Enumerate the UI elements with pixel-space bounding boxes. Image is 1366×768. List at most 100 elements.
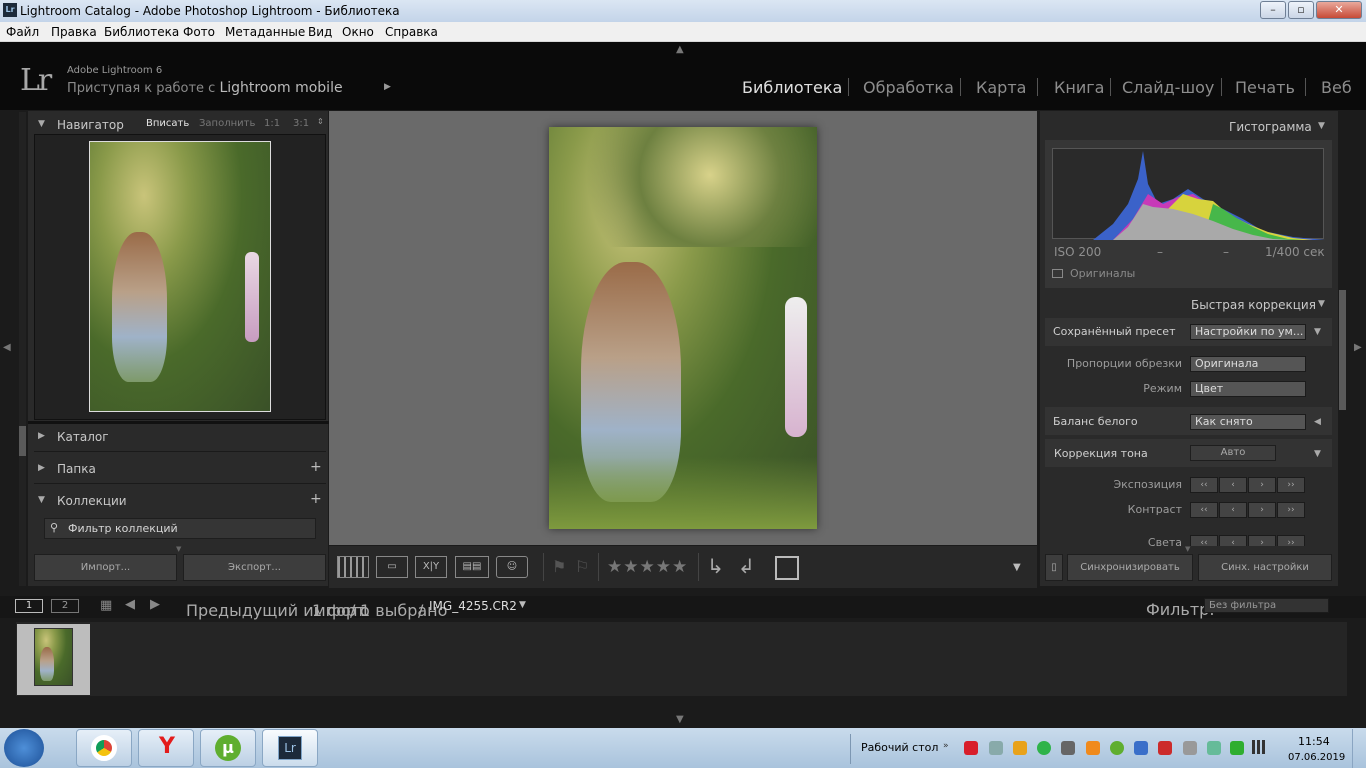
survey-view-icon[interactable]: ▤▤ <box>455 556 489 578</box>
menu-edit[interactable]: Правка <box>51 25 97 39</box>
second-screen-button[interactable]: 2 <box>51 599 79 613</box>
right-panel-scroll-thumb[interactable] <box>1339 290 1346 410</box>
menu-help[interactable]: Справка <box>385 25 438 39</box>
star-icon[interactable]: ★ <box>656 557 672 577</box>
resize-handle-icon[interactable]: ▼ <box>1185 545 1190 553</box>
tray-warning-icon[interactable] <box>1013 741 1027 755</box>
start-button[interactable] <box>4 729 44 767</box>
crop-ratio-dropdown[interactable]: Оригинала <box>1190 356 1306 372</box>
contrast-increase[interactable]: › <box>1248 502 1276 518</box>
module-print[interactable]: Печать <box>1235 78 1295 97</box>
people-view-icon[interactable]: ☺ <box>496 556 528 578</box>
histogram-graph[interactable] <box>1052 148 1325 240</box>
rating-stars[interactable]: ★★★★★ <box>607 557 688 577</box>
module-library[interactable]: Библиотека <box>742 78 842 97</box>
taskbar-yandex[interactable]: Y <box>138 729 194 767</box>
filename-dropdown-icon[interactable]: ▼ <box>519 600 526 610</box>
sync-settings-button[interactable]: Синх. настройки <box>1198 554 1332 581</box>
star-icon[interactable]: ★ <box>640 557 656 577</box>
import-button[interactable]: Импорт... <box>34 554 177 581</box>
exposure-increase[interactable]: › <box>1248 477 1276 493</box>
tray-z-icon[interactable] <box>1037 741 1051 755</box>
taskbar-utorrent[interactable]: µ <box>200 729 256 767</box>
rotate-left-icon[interactable]: ↳ <box>707 554 724 578</box>
toolbar-expand-icon[interactable]: » <box>943 741 949 751</box>
signal-strength-icon[interactable] <box>1252 740 1268 754</box>
main-screen-button[interactable]: 1 <box>15 599 43 613</box>
saved-preset-collapse-icon[interactable]: ▼ <box>1314 327 1321 337</box>
auto-tone-button[interactable]: Авто <box>1190 445 1276 461</box>
taskbar-lightroom[interactable]: Lr <box>262 729 318 767</box>
flag-icon[interactable]: ⚑ <box>552 557 566 576</box>
white-balance-dropdown[interactable]: Как снято <box>1190 414 1306 430</box>
originals-checkbox[interactable] <box>1052 269 1063 278</box>
collapse-left-panel-icon[interactable]: ◀ <box>3 342 11 353</box>
tray-app-icon[interactable] <box>989 741 1003 755</box>
tray-update-icon[interactable] <box>1086 741 1100 755</box>
module-web[interactable]: Веб <box>1321 78 1352 97</box>
crop-frame-icon[interactable] <box>775 556 799 580</box>
export-button[interactable]: Экспорт... <box>183 554 326 581</box>
add-collection-icon[interactable]: + <box>310 491 322 507</box>
menu-window[interactable]: Окно <box>342 25 374 39</box>
zoom-fit[interactable]: Вписать <box>146 118 189 129</box>
tray-network-icon[interactable] <box>1134 741 1148 755</box>
toolbar-menu-icon[interactable]: ▼ <box>1013 562 1021 573</box>
module-book[interactable]: Книга <box>1054 78 1104 97</box>
tray-utorrent-icon[interactable] <box>1110 741 1124 755</box>
clock-date[interactable]: 07.06.2019 <box>1288 752 1345 763</box>
catalog-expand-icon[interactable]: ▶ <box>38 431 45 441</box>
highlights-increase-large[interactable]: ›› <box>1277 535 1305 546</box>
filename-label[interactable]: IMG_4255.CR2 <box>429 599 517 613</box>
highlights-decrease[interactable]: ‹ <box>1219 535 1247 546</box>
folders-expand-icon[interactable]: ▶ <box>38 463 45 473</box>
star-icon[interactable]: ★ <box>623 557 639 577</box>
resize-handle-icon[interactable]: ▼ <box>176 545 181 553</box>
contrast-decrease[interactable]: ‹ <box>1219 502 1247 518</box>
folders-title[interactable]: Папка <box>57 462 96 476</box>
zoom-fill[interactable]: Заполнить <box>199 118 255 129</box>
module-slideshow[interactable]: Слайд-шоу <box>1122 78 1214 97</box>
filter-dropdown[interactable]: Без фильтра <box>1204 598 1329 613</box>
catalog-title[interactable]: Каталог <box>57 430 109 444</box>
collections-collapse-icon[interactable]: ▼ <box>38 495 45 505</box>
tray-link-icon[interactable] <box>1061 741 1075 755</box>
saved-preset-dropdown[interactable]: Настройки по ум... <box>1190 324 1306 340</box>
zoom-1-1[interactable]: 1:1 <box>264 118 280 129</box>
navigator-title[interactable]: Навигатор <box>57 118 124 132</box>
contrast-decrease-large[interactable]: ‹‹ <box>1190 502 1218 518</box>
mobile-promo[interactable]: Приступая к работе с Lightroom mobile <box>67 80 343 96</box>
add-folder-icon[interactable]: + <box>310 459 322 475</box>
menu-library[interactable]: Библиотека <box>104 25 179 39</box>
exposure-increase-large[interactable]: ›› <box>1277 477 1305 493</box>
desktop-toolbar-label[interactable]: Рабочий стол <box>861 741 938 754</box>
play-arrow-icon[interactable]: ▶ <box>384 82 391 92</box>
rotate-right-icon[interactable]: ↲ <box>738 554 755 578</box>
compare-view-icon[interactable]: X|Y <box>415 556 447 578</box>
forward-arrow-icon[interactable]: ▶ <box>150 597 160 612</box>
star-icon[interactable]: ★ <box>672 557 688 577</box>
sync-button[interactable]: Синхронизировать <box>1067 554 1193 581</box>
show-desktop-button[interactable] <box>1352 729 1366 768</box>
tray-download-icon[interactable] <box>1230 741 1244 755</box>
quick-develop-collapse-icon[interactable]: ▼ <box>1318 299 1325 309</box>
module-develop[interactable]: Обработка <box>863 78 954 97</box>
quick-develop-title[interactable]: Быстрая коррекция <box>1191 298 1316 312</box>
auto-sync-switch-icon[interactable]: ▯ <box>1045 554 1063 581</box>
grid-icon[interactable]: ▦ <box>100 598 112 613</box>
white-balance-expand-icon[interactable]: ◀ <box>1314 417 1321 427</box>
collapse-top-panel-icon[interactable]: ▲ <box>676 44 684 55</box>
exposure-decrease-large[interactable]: ‹‹ <box>1190 477 1218 493</box>
filmstrip-thumbnail[interactable] <box>34 628 73 686</box>
tray-check-icon[interactable] <box>1207 741 1221 755</box>
collections-title[interactable]: Коллекции <box>57 494 127 508</box>
menu-metadata[interactable]: Метаданные <box>225 25 305 39</box>
menu-view[interactable]: Вид <box>308 25 332 39</box>
left-panel-scroll-thumb[interactable] <box>19 426 26 456</box>
tray-flag-icon[interactable] <box>1158 741 1172 755</box>
maximize-button[interactable]: ▫ <box>1288 1 1314 19</box>
treatment-dropdown[interactable]: Цвет <box>1190 381 1306 397</box>
navigator-thumbnail[interactable] <box>89 141 271 412</box>
close-button[interactable]: ✕ <box>1316 1 1362 19</box>
back-arrow-icon[interactable]: ◀ <box>125 597 135 612</box>
